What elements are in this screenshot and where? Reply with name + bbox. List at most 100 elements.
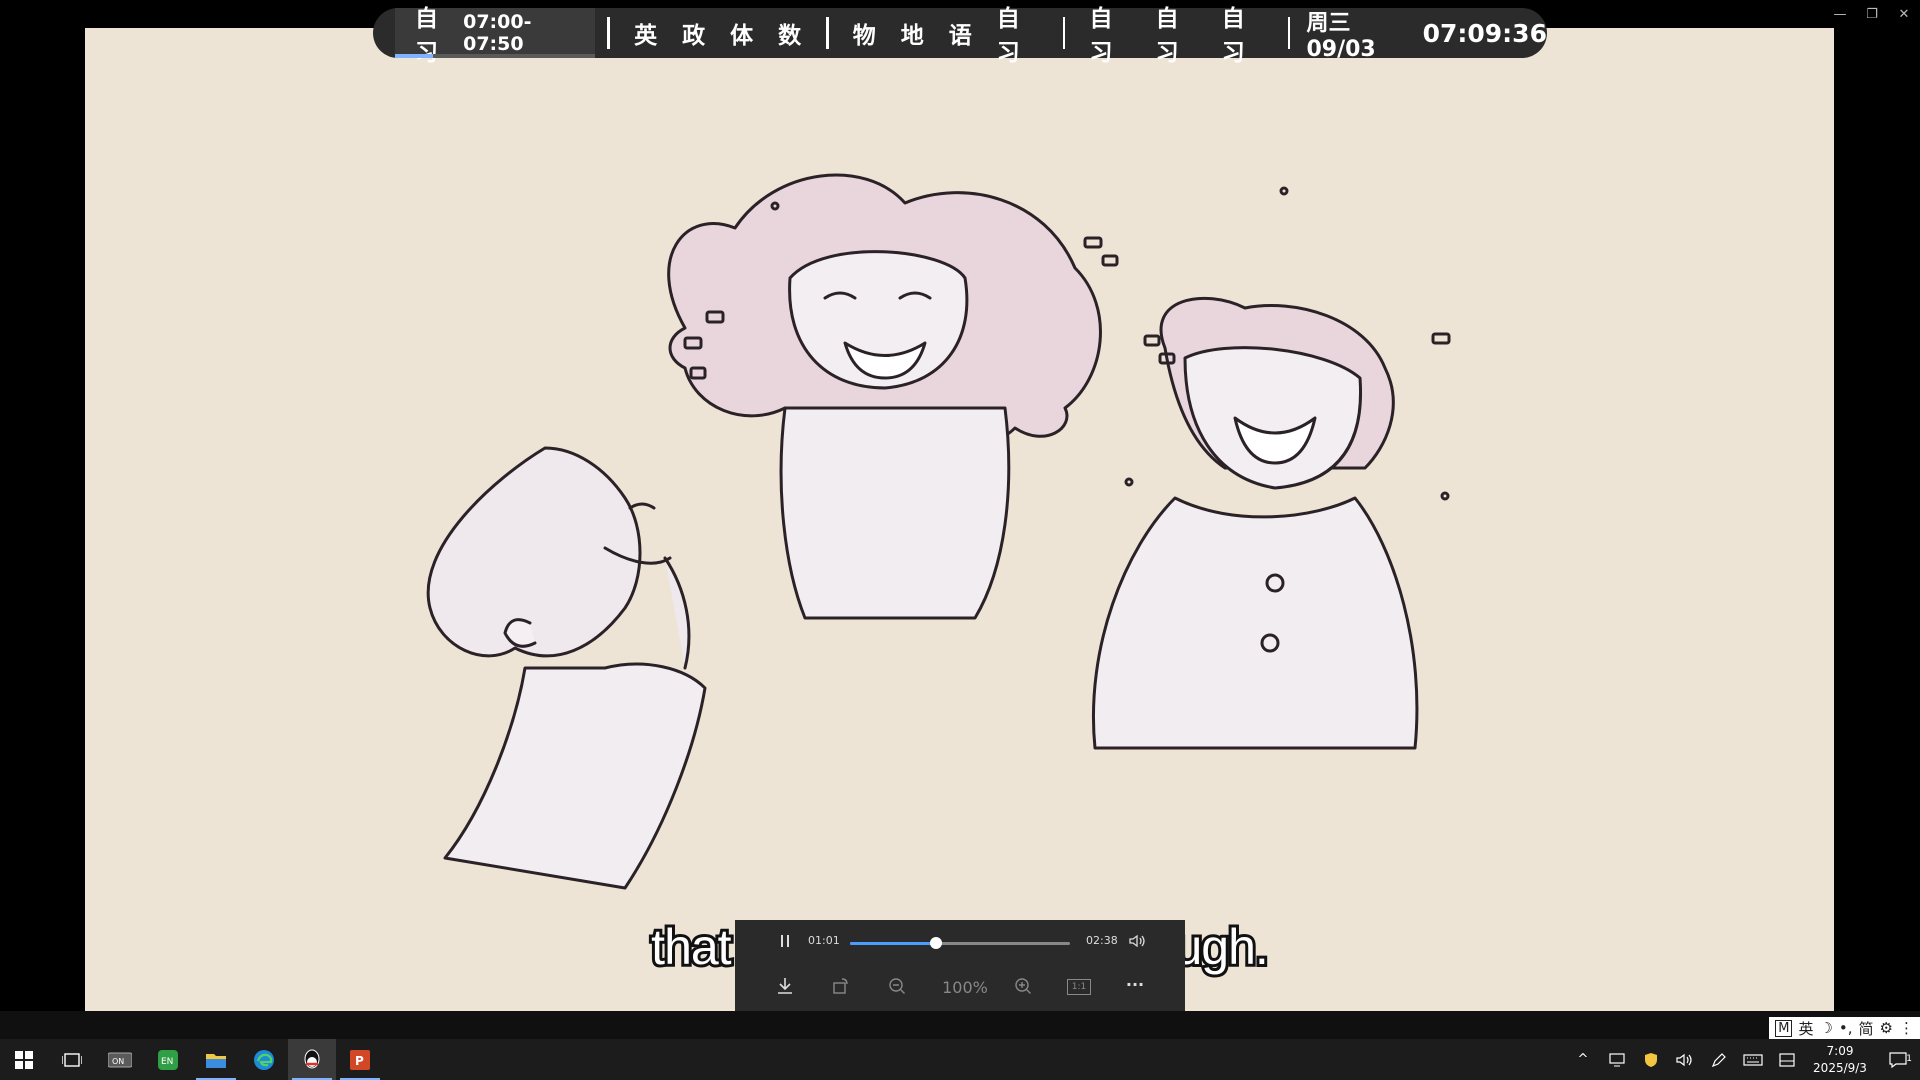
zoom-in-button[interactable] <box>1011 975 1035 997</box>
taskbar-clock[interactable]: 7:09 2025/9/3 <box>1804 1043 1876 1077</box>
chevron-up-icon: ^ <box>1577 1052 1589 1067</box>
system-tray: ^ 7:09 2025/9/3 1 <box>1566 1039 1920 1080</box>
zoom-in-icon <box>1015 978 1031 994</box>
class-schedule-bar: 自习 07:00-07:50 英 政 体 数 物 地 语 自习 自习 自习 自习… <box>373 6 1547 66</box>
tablet-icon <box>1779 1052 1795 1067</box>
ime-toolbar[interactable]: M 英 ☽ •, 简 ⚙ ⋮ <box>1769 1017 1920 1039</box>
seek-bar[interactable] <box>850 942 1070 945</box>
svg-text:P: P <box>355 1054 364 1068</box>
tray-app-1[interactable] <box>1600 1052 1634 1067</box>
start-button[interactable] <box>0 1039 48 1080</box>
rotate-button[interactable] <box>829 975 853 997</box>
speaker-icon <box>1676 1053 1692 1066</box>
period-item: 地 <box>900 23 925 49</box>
powerpoint-icon: P <box>350 1049 370 1070</box>
restore-button[interactable]: ❐ <box>1856 0 1888 28</box>
pause-icon <box>781 935 789 947</box>
notification-count: 1 <box>1906 1053 1912 1064</box>
keyboard-icon <box>1743 1053 1763 1066</box>
onenote-app[interactable]: ON <box>96 1039 144 1080</box>
schedule-divider <box>1287 17 1291 49</box>
period-item: 数 <box>778 23 803 49</box>
period-item: 自习 <box>996 6 1021 66</box>
edge-icon <box>254 1049 274 1070</box>
ime-punctuation-icon[interactable]: •, <box>1839 1019 1853 1037</box>
file-explorer-app[interactable] <box>192 1039 240 1080</box>
period-item: 自习 <box>1089 6 1114 66</box>
notification-icon <box>1889 1051 1907 1068</box>
download-icon <box>778 978 792 994</box>
start-icon <box>15 1050 33 1069</box>
schedule-divider <box>826 17 829 49</box>
period-item: 物 <box>852 23 877 49</box>
zoom-out-button[interactable] <box>885 975 909 997</box>
ime-settings-icon[interactable]: ⚙ <box>1880 1019 1893 1037</box>
period-item: 政 <box>682 23 707 49</box>
onenote-icon: ON <box>108 1052 132 1067</box>
duration-time: 02:38 <box>1086 934 1118 947</box>
tray-security[interactable] <box>1634 1052 1668 1068</box>
right-character-drawing <box>1091 296 1419 750</box>
ime-simplified[interactable]: 简 <box>1859 1018 1874 1039</box>
volume-button[interactable] <box>1127 931 1147 951</box>
period-progress-bar <box>395 54 596 58</box>
taskbar-date: 2025/9/3 <box>1813 1060 1867 1075</box>
schedule-divider <box>607 17 611 49</box>
schedule-date: 周三 09/03 <box>1306 10 1376 62</box>
shield-icon <box>1645 1052 1657 1067</box>
qq-icon <box>304 1049 320 1068</box>
current-period: 自习 07:00-07:50 <box>395 6 596 66</box>
ime-expand-icon[interactable]: ⋮ <box>1899 1019 1914 1037</box>
left-character-drawing <box>426 446 707 890</box>
volume-icon <box>1129 934 1145 948</box>
en-app-icon: EN <box>158 1049 178 1070</box>
en-app[interactable]: EN <box>144 1039 192 1080</box>
pause-button[interactable] <box>775 930 795 952</box>
taskbar: ON EN P ^ 7:09 2025/9/3 1 <box>0 1039 1920 1080</box>
period-item: 语 <box>948 23 973 49</box>
close-button[interactable]: ✕ <box>1888 0 1920 28</box>
qq-app[interactable] <box>288 1039 336 1080</box>
svg-text:EN: EN <box>161 1057 173 1067</box>
task-view-icon <box>62 1052 82 1067</box>
tray-tablet[interactable] <box>1770 1052 1804 1067</box>
tray-pen[interactable] <box>1702 1052 1736 1068</box>
bottom-strip <box>0 1011 1920 1039</box>
powerpoint-app[interactable]: P <box>336 1039 384 1080</box>
tray-keyboard[interactable] <box>1736 1053 1770 1066</box>
ime-moon-icon[interactable]: ☽ <box>1819 1019 1832 1037</box>
notification-center-button[interactable]: 1 <box>1876 1051 1920 1068</box>
pen-icon <box>1711 1052 1726 1067</box>
zoom-out-icon <box>889 978 905 994</box>
taskbar-time: 7:09 <box>1826 1043 1854 1058</box>
seek-handle[interactable] <box>929 937 942 949</box>
period-item: 自习 <box>1155 6 1180 66</box>
minimize-button[interactable]: — <box>1824 0 1856 28</box>
actual-size-button[interactable]: 1:1 <box>1067 979 1091 995</box>
schedule-divider <box>1062 17 1066 49</box>
zoom-level: 100% <box>942 978 988 997</box>
more-options-button[interactable]: ··· <box>1123 973 1147 995</box>
period-item: 体 <box>730 23 755 49</box>
window-controls: — ❐ ✕ <box>1824 0 1920 28</box>
elapsed-time: 01:01 <box>808 934 840 947</box>
file-explorer-icon <box>206 1053 226 1068</box>
tray-volume[interactable] <box>1668 1053 1702 1067</box>
current-period-time: 07:00-07:50 <box>463 11 532 55</box>
ime-mode[interactable]: M <box>1775 1019 1793 1037</box>
monitor-icon <box>1609 1052 1625 1066</box>
edge-app[interactable] <box>240 1039 288 1080</box>
download-button[interactable] <box>773 975 797 997</box>
period-item: 英 <box>634 23 659 49</box>
task-view-button[interactable] <box>48 1039 96 1080</box>
schedule-clock: 07:09:36 <box>1422 18 1547 48</box>
tray-expand-button[interactable]: ^ <box>1566 1052 1600 1067</box>
video-player-controls: 01:01 02:38 100% 1:1 ··· <box>735 920 1185 1012</box>
ime-language[interactable]: 英 <box>1798 1018 1813 1039</box>
period-item: 自习 <box>1221 6 1246 66</box>
svg-text:ON: ON <box>112 1057 124 1066</box>
rotate-icon <box>833 978 848 994</box>
video-illustration <box>426 173 1451 890</box>
middle-character-drawing <box>667 173 1102 620</box>
video-frame[interactable]: that is laugh. <box>85 28 1834 1011</box>
